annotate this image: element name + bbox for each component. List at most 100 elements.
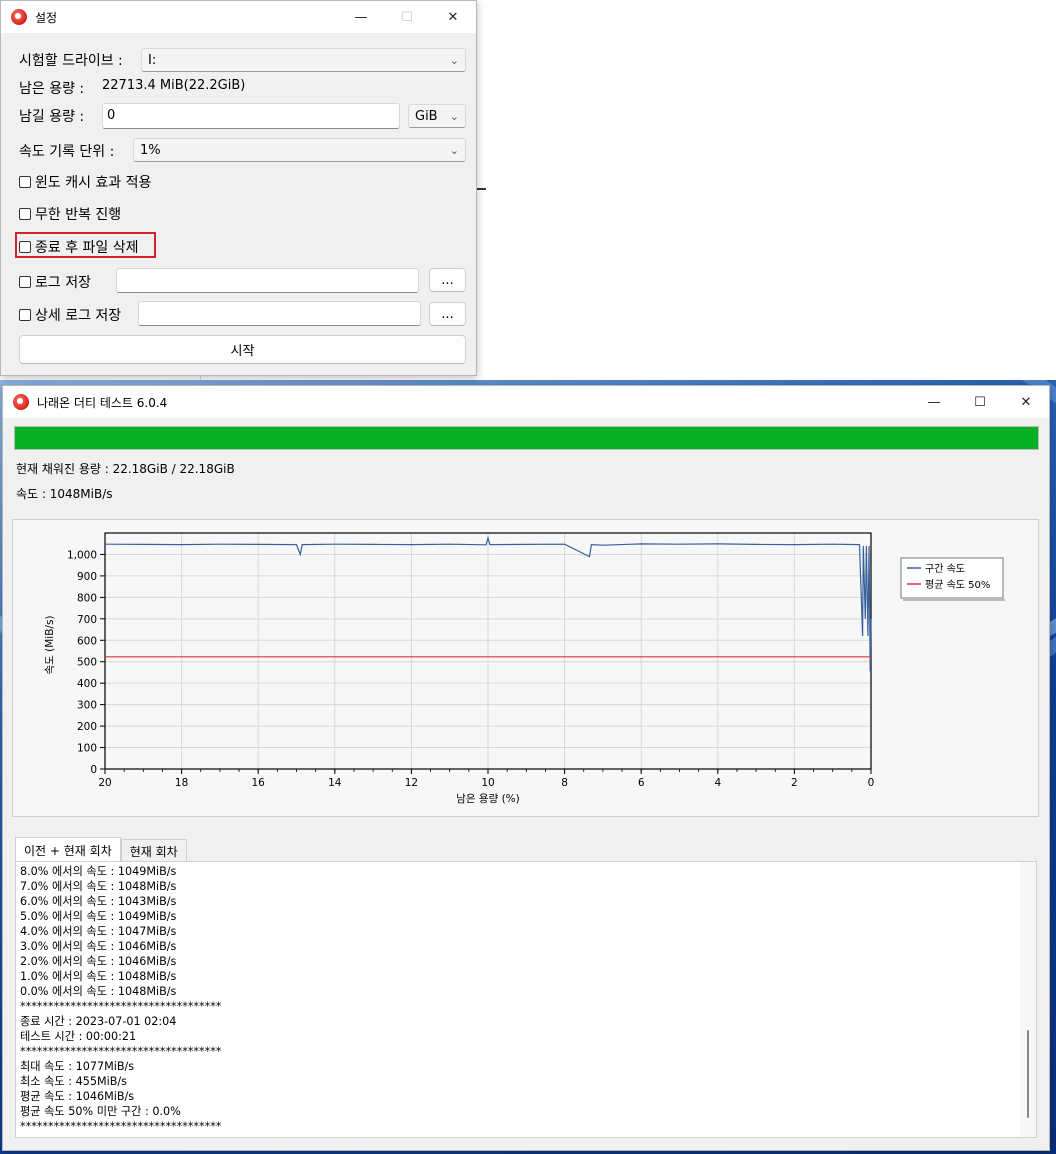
maximize-button: ☐ [401,9,413,25]
x-tick-label: 6 [638,777,645,789]
start-button[interactable]: 시작 [19,335,466,364]
save-detail-log-label: 상세 로그 저장 [35,308,122,324]
log-tabs: 이전 + 현재 회차 현재 회차 [15,837,187,861]
x-tick-label: 20 [98,777,111,789]
infinite-loop-checkbox[interactable]: 무한 반복 진행 [19,204,121,224]
log-line: 평균 속도 : 1046MiB/s [20,1090,135,1103]
log-line: 4.0% 에서의 속도 : 1047MiB/s [20,925,177,938]
save-log-label: 로그 저장 [35,275,91,291]
speed-unit-value: 1% [140,142,161,158]
speed-unit-label: 속도 기록 단위 : [19,144,115,160]
y-tick-label: 800 [77,592,97,604]
log-line: ************************************ [20,1120,222,1133]
chevron-down-icon: ⌄ [449,54,459,67]
log-line: 테스트 시간 : 00:00:21 [20,1030,137,1043]
detail-log-browse-button[interactable]: ... [429,302,466,326]
main-titlebar[interactable]: 나래온 더티 테스트 6.0.4 — ☐ ✕ [3,386,1049,418]
y-tick-label: 600 [77,635,97,647]
x-tick-label: 2 [791,777,798,789]
windows-cache-label: 윈도 캐시 효과 적용 [35,175,152,191]
legend-entry: 평균 속도 50% [925,579,990,591]
y-tick-label: 1,000 [67,549,97,561]
log-line: 5.0% 에서의 속도 : 1049MiB/s [20,910,177,923]
checkbox-box[interactable] [19,241,31,253]
main-window: 나래온 더티 테스트 6.0.4 — ☐ ✕ 현재 채워진 용량 : 22.18… [2,385,1050,1151]
speed-unit-select[interactable]: 1% ⌄ [133,138,466,162]
log-path-input[interactable] [116,268,419,293]
leave-space-unit-value: GiB [415,108,438,124]
main-title: 나래온 더티 테스트 6.0.4 [37,395,168,410]
y-tick-label: 300 [77,700,97,712]
leave-space-label: 남길 용량 : [19,109,85,125]
drive-label: 시험할 드라이브 : [19,53,123,69]
x-tick-label: 16 [252,777,266,789]
progress-bar-fill [15,427,1038,449]
x-axis-label: 남은 용량 (%) [456,793,520,805]
x-tick-label: 18 [175,777,188,789]
infinite-loop-label: 무한 반복 진행 [35,207,122,223]
log-lines: 8.0% 에서의 속도 : 1049MiB/s 7.0% 에서의 속도 : 104… [20,864,221,1134]
close-button[interactable]: ✕ [1003,386,1049,418]
background-divider [476,188,486,190]
windows-cache-checkbox[interactable]: 윈도 캐시 효과 적용 [19,172,151,192]
y-tick-label: 200 [77,721,97,733]
log-browse-button[interactable]: ... [429,268,466,292]
y-tick-label: 0 [90,764,97,776]
x-tick-label: 12 [405,777,418,789]
chevron-down-icon: ⌄ [449,144,459,157]
legend-shadow [903,599,1005,601]
log-line: 최대 속도 : 1077MiB/s [20,1060,135,1073]
minimize-button[interactable]: — [911,386,957,418]
log-line: 6.0% 에서의 속도 : 1043MiB/s [20,895,177,908]
log-line: 평균 속도 50% 미만 구간 : 0.0% [20,1105,181,1118]
log-line: 2.0% 에서의 속도 : 1046MiB/s [20,955,177,968]
checkbox-box[interactable] [19,276,31,288]
leave-space-unit-select[interactable]: GiB ⌄ [408,104,466,128]
progress-bar [14,426,1039,450]
checkbox-box[interactable] [19,176,31,188]
settings-title: 설정 [35,10,58,25]
drive-select-value: I: [148,52,157,68]
x-tick-label: 8 [561,777,568,789]
tab-previous-current[interactable]: 이전 + 현재 회차 [15,837,121,861]
current-speed-text: 속도 : 1048MiB/s [16,487,113,501]
y-tick-label: 500 [77,657,97,669]
settings-titlebar[interactable]: 설정 — ☐ ✕ [1,1,476,33]
close-button[interactable]: ✕ [430,1,476,33]
log-line: ************************************ [20,1000,222,1013]
app-logo-icon [13,394,29,410]
delete-after-label: 종료 후 파일 삭제 [35,240,139,256]
leave-space-input[interactable]: 0 [102,103,400,129]
y-tick-label: 900 [77,571,97,583]
checkbox-box[interactable] [19,309,31,321]
log-line: 최소 속도 : 455MiB/s [20,1075,127,1088]
log-line: 0.0% 에서의 속도 : 1048MiB/s [20,985,177,998]
log-line: ************************************ [20,1045,222,1058]
settings-window: 설정 — ☐ ✕ 시험할 드라이브 : I: ⌄ 남은 용량 : 22713.4… [0,0,477,376]
log-scrollbar-thumb[interactable] [1027,1030,1029,1118]
log-line: 7.0% 에서의 속도 : 1048MiB/s [20,880,177,893]
drive-select[interactable]: I: ⌄ [141,48,466,72]
log-line: 1.0% 에서의 속도 : 1048MiB/s [20,970,177,983]
minimize-button[interactable]: — [338,1,384,33]
checkbox-box[interactable] [19,208,31,220]
free-space-label: 남은 용량 : [19,81,85,97]
delete-after-checkbox[interactable]: 종료 후 파일 삭제 [19,237,139,257]
speed-chart-panel: 0 100 200 300 400 500 600 700 800 900 1,000 20 18 16 1… [12,519,1039,817]
filled-capacity-text: 현재 채워진 용량 : 22.18GiB / 22.18GiB [16,462,235,476]
save-detail-log-checkbox[interactable]: 상세 로그 저장 [19,305,121,325]
save-log-checkbox[interactable]: 로그 저장 [19,272,91,292]
free-space-value: 22713.4 MiB(22.2GiB) [102,78,246,93]
log-textbox[interactable]: 8.0% 에서의 속도 : 1049MiB/s 7.0% 에서의 속도 : 104… [15,861,1037,1138]
maximize-button[interactable]: ☐ [957,386,1003,418]
x-tick-label: 0 [868,777,875,789]
app-logo-icon [11,9,27,25]
detail-log-path-input[interactable] [138,301,421,326]
log-line: 3.0% 에서의 속도 : 1046MiB/s [20,940,177,953]
tab-current[interactable]: 현재 회차 [120,839,187,861]
legend-entry: 구간 속도 [925,563,965,575]
y-tick-label: 700 [77,614,97,626]
log-line: 종료 시간 : 2023-07-01 02:04 [20,1015,177,1028]
x-tick-label: 4 [714,777,721,789]
speed-chart: 01002003004005006007008009001,00020 18 16 1… [44,532,1005,805]
